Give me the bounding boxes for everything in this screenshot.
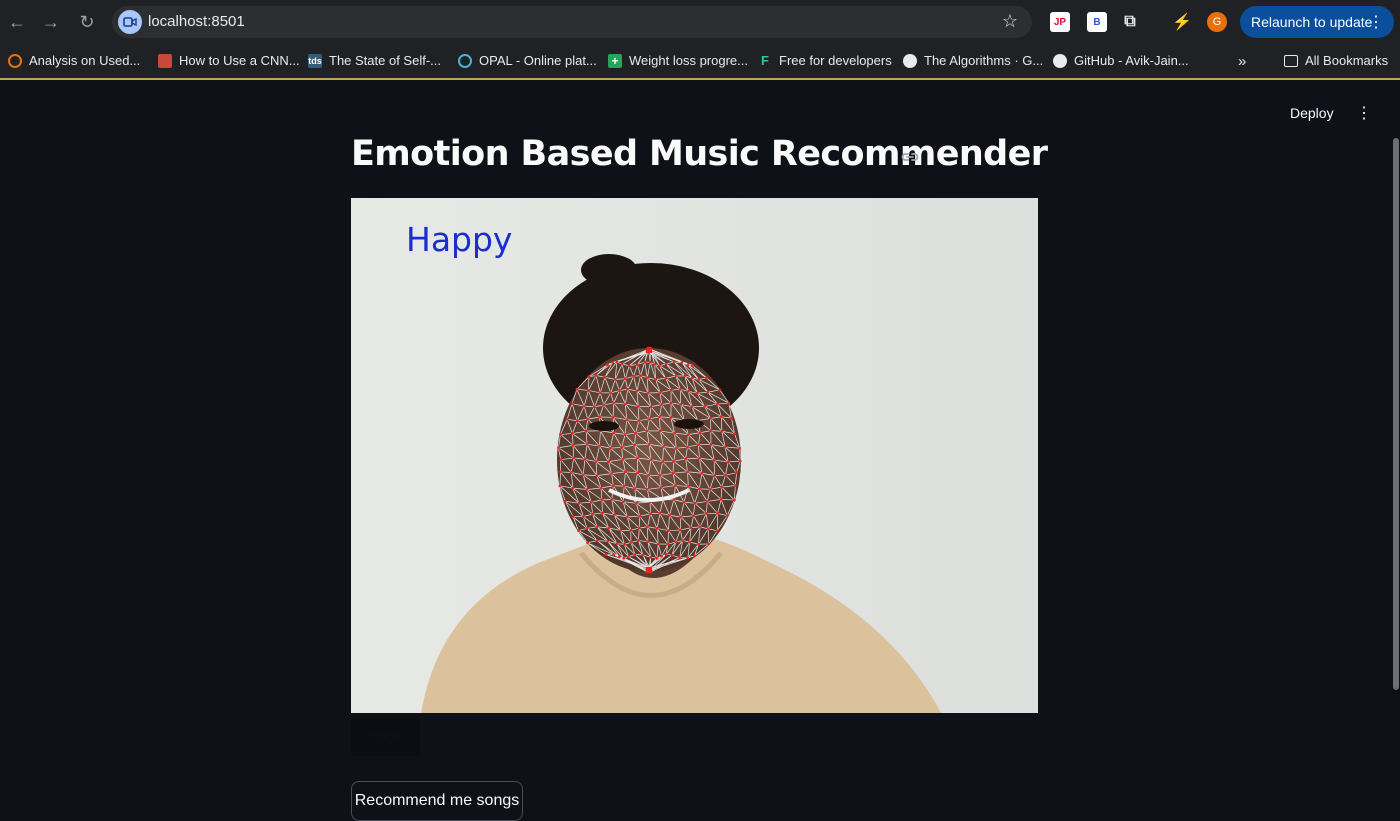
- relaunch-label: Relaunch to update: [1251, 14, 1372, 30]
- emotion-label: Happy: [406, 220, 512, 259]
- all-bookmarks-item[interactable]: All Bookmarks: [1284, 53, 1388, 68]
- stop-button[interactable]: STOP: [351, 718, 420, 756]
- extensions-puzzle-icon[interactable]: ⧉: [1120, 12, 1140, 32]
- webcam-video-feed: Happy: [351, 198, 1038, 713]
- performance-icon[interactable]: ⚡: [1172, 12, 1192, 32]
- bookmark-favicon-icon: [458, 54, 472, 68]
- github-icon: [1053, 54, 1067, 68]
- bookmark-item[interactable]: F Free for developers: [758, 53, 892, 68]
- bookmark-item[interactable]: How to Use a CNN...: [158, 53, 300, 68]
- relaunch-button[interactable]: Relaunch to update ⋮: [1240, 6, 1394, 38]
- bookmark-item[interactable]: GitHub - Avik-Jain...: [1053, 53, 1189, 68]
- profile-avatar[interactable]: G: [1207, 12, 1227, 32]
- bookmark-item[interactable]: + Weight loss progre...: [608, 53, 748, 68]
- webcam-frame: [351, 198, 1038, 713]
- bookmark-favicon-icon: tds: [308, 54, 322, 68]
- bookmark-favicon-icon: [8, 54, 22, 68]
- bookmark-favicon-icon: [158, 54, 172, 68]
- bookmark-item[interactable]: OPAL - Online plat...: [458, 53, 597, 68]
- bookmarks-overflow-chevron[interactable]: »: [1238, 53, 1246, 70]
- back-arrow-icon[interactable]: ←: [4, 9, 30, 35]
- bookmark-item[interactable]: tds The State of Self-...: [308, 53, 441, 68]
- page-scrollbar[interactable]: [1393, 138, 1399, 690]
- bookmark-favicon-icon: F: [758, 54, 772, 68]
- anchor-link-icon[interactable]: [900, 147, 920, 172]
- address-bar[interactable]: localhost:8501 ☆: [112, 6, 1032, 38]
- browser-menu-icon[interactable]: ⋮: [1368, 12, 1384, 32]
- recommend-songs-button[interactable]: Recommend me songs: [351, 781, 523, 821]
- site-camera-icon[interactable]: [118, 10, 142, 34]
- bookmark-favicon-icon: +: [608, 54, 622, 68]
- bookmark-star-icon[interactable]: ☆: [1002, 11, 1018, 32]
- url-text[interactable]: localhost:8501: [148, 13, 245, 30]
- github-icon: [903, 54, 917, 68]
- page-title: Emotion Based Music Recommender: [351, 134, 1047, 174]
- app-menu-icon[interactable]: ⋮: [1356, 103, 1372, 123]
- bookmark-item[interactable]: The Algorithms · G...: [903, 53, 1043, 68]
- forward-arrow-icon[interactable]: →: [38, 9, 64, 35]
- bookmark-item[interactable]: Analysis on Used...: [8, 53, 140, 68]
- bookmarks-bar: Analysis on Used... How to Use a CNN... …: [0, 44, 1400, 80]
- browser-toolbar: ← → ↻ localhost:8501 ☆ JP B ⧉ ⚡ G Relaun…: [0, 0, 1400, 44]
- folder-icon: [1284, 55, 1298, 67]
- deploy-button[interactable]: Deploy: [1290, 105, 1334, 121]
- reload-icon[interactable]: ↻: [74, 9, 100, 35]
- extension-b-icon[interactable]: B: [1087, 12, 1107, 32]
- extension-jp-icon[interactable]: JP: [1050, 12, 1070, 32]
